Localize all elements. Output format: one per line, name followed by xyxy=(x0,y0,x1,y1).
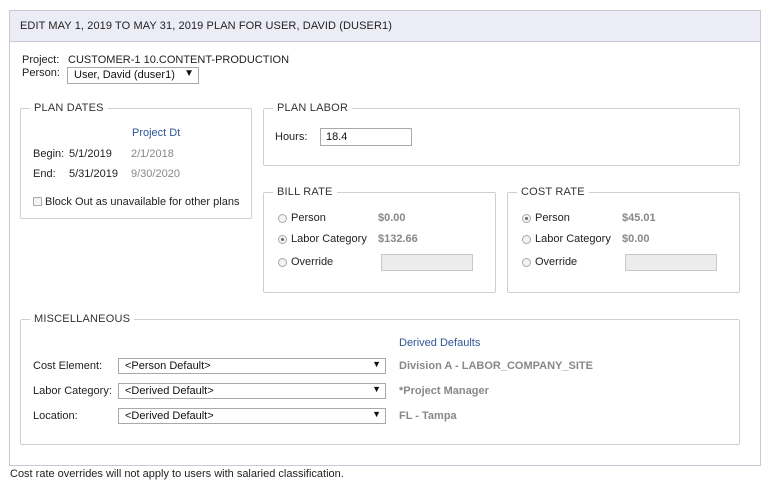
labor-category-label: Labor Category: xyxy=(33,385,112,397)
cost-rate-person-value: $45.01 xyxy=(622,212,656,224)
location-derived: FL - Tampa xyxy=(399,410,457,422)
panel-title: EDIT MAY 1, 2019 TO MAY 31, 2019 PLAN FO… xyxy=(10,11,760,42)
footer-note: Cost rate overrides will not apply to us… xyxy=(10,468,344,480)
cost-element-label: Cost Element: xyxy=(33,360,103,372)
project-value: CUSTOMER-1 10.CONTENT-PRODUCTION xyxy=(68,54,290,66)
project-dt-header: Project Dt xyxy=(132,127,181,139)
cost-rate-person-radio[interactable] xyxy=(522,214,531,223)
chevron-down-icon: ▼ xyxy=(184,68,194,79)
block-out-label: Block Out as unavailable for other plans xyxy=(45,196,240,208)
bill-rate-labor-category-value: $132.66 xyxy=(378,233,418,245)
hours-label: Hours: xyxy=(275,131,308,143)
bill-rate-labor-category-radio[interactable] xyxy=(278,235,287,244)
cost-rate-legend: COST RATE xyxy=(521,186,585,198)
begin-label: Begin: xyxy=(33,148,65,160)
plan-labor-legend: PLAN LABOR xyxy=(277,102,349,114)
cost-rate-labor-category-value: $0.00 xyxy=(622,233,650,245)
hours-input[interactable]: 18.4 xyxy=(320,128,412,146)
bill-rate-override-input[interactable] xyxy=(381,254,473,271)
project-label: Project: xyxy=(22,54,60,66)
person-select[interactable]: User, David (duser1) ▼ xyxy=(67,67,199,84)
end-date[interactable]: 5/31/2019 xyxy=(69,168,118,180)
person-label: Person: xyxy=(22,67,60,79)
cost-rate-override-label: Override xyxy=(535,256,578,268)
miscellaneous-group: MISCELLANEOUS xyxy=(20,314,740,445)
block-out-checkbox[interactable] xyxy=(33,197,42,206)
bill-rate-override-radio[interactable] xyxy=(278,258,287,267)
cost-element-select[interactable]: <Person Default> ▼ xyxy=(118,358,386,374)
bill-rate-person-value: $0.00 xyxy=(378,212,406,224)
person-select-value: User, David (duser1) xyxy=(74,69,175,81)
bill-rate-person-label: Person xyxy=(291,212,326,224)
cost-rate-labor-category-label: Labor Category xyxy=(535,233,611,245)
begin-project-date: 2/1/2018 xyxy=(131,148,174,160)
chevron-down-icon: ▼ xyxy=(372,384,381,394)
chevron-down-icon: ▼ xyxy=(372,409,381,419)
chevron-down-icon: ▼ xyxy=(372,359,381,369)
begin-date[interactable]: 5/1/2019 xyxy=(69,148,112,160)
cost-element-derived: Division A - LABOR_COMPANY_SITE xyxy=(399,360,593,372)
end-label: End: xyxy=(33,168,56,180)
bill-rate-labor-category-label: Labor Category xyxy=(291,233,367,245)
bill-rate-legend: BILL RATE xyxy=(277,186,333,198)
cost-rate-labor-category-radio[interactable] xyxy=(522,235,531,244)
bill-rate-person-radio[interactable] xyxy=(278,214,287,223)
cost-rate-override-radio[interactable] xyxy=(522,258,531,267)
edit-plan-panel: EDIT MAY 1, 2019 TO MAY 31, 2019 PLAN FO… xyxy=(9,10,761,466)
miscellaneous-legend: MISCELLANEOUS xyxy=(34,313,131,325)
end-project-date: 9/30/2020 xyxy=(131,168,180,180)
location-select-value: <Derived Default> xyxy=(125,410,214,422)
labor-category-select-value: <Derived Default> xyxy=(125,385,214,397)
location-label: Location: xyxy=(33,410,78,422)
labor-category-select[interactable]: <Derived Default> ▼ xyxy=(118,383,386,399)
cost-element-select-value: <Person Default> xyxy=(125,360,211,372)
bill-rate-override-label: Override xyxy=(291,256,334,268)
labor-category-derived: *Project Manager xyxy=(399,385,489,397)
derived-defaults-header: Derived Defaults xyxy=(399,337,481,349)
cost-rate-person-label: Person xyxy=(535,212,570,224)
location-select[interactable]: <Derived Default> ▼ xyxy=(118,408,386,424)
cost-rate-override-input[interactable] xyxy=(625,254,717,271)
plan-dates-legend: PLAN DATES xyxy=(34,102,104,114)
